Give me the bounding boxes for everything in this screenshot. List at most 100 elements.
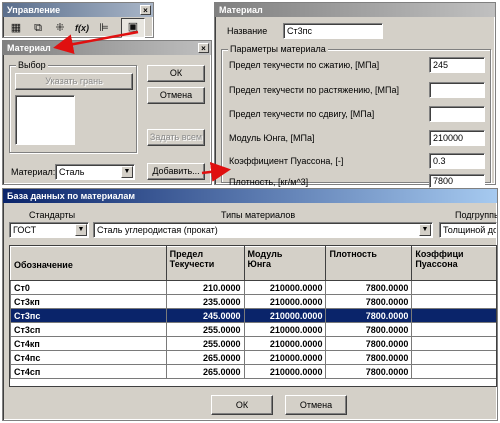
- subgroups-select-value: Толщиной до 1: [443, 225, 496, 235]
- layers-icon[interactable]: ⧉: [29, 20, 47, 37]
- material-icon[interactable]: ▣: [121, 18, 145, 38]
- subgroups-label: Подгруппы: [455, 210, 497, 220]
- properties-window: Материал Название Ст3пс Параметры матери…: [214, 2, 496, 188]
- cell-poisson: [411, 350, 496, 365]
- column-header-poisson-text: Коэффици Пуассона: [415, 249, 464, 269]
- chevron-down-icon: ▼: [419, 224, 431, 236]
- db-ok-button[interactable]: ОК: [211, 395, 273, 415]
- selection-group-title: Выбор: [16, 60, 48, 70]
- table-row[interactable]: Ст3сп 255.0000 210000.0000 7800.0000: [10, 322, 496, 337]
- cell-yield: 255.0000: [165, 336, 245, 351]
- add-button[interactable]: Добавить...: [147, 163, 205, 180]
- types-select-value: Сталь углеродистая (прокат): [97, 225, 218, 235]
- param-field-young[interactable]: 210000: [429, 130, 485, 146]
- cell-designation: Ст3сп: [10, 322, 167, 337]
- cell-density: 7800.0000: [325, 322, 413, 337]
- cell-yield: 255.0000: [165, 322, 245, 337]
- param-label-poisson: Коэффициент Пуассона, [-]: [229, 156, 344, 166]
- cell-density: 7800.0000: [325, 364, 413, 379]
- table-header-row: Обозначение Предел Текучести Модуль Юнга…: [10, 246, 496, 281]
- cell-young: 210000.0000: [243, 350, 327, 365]
- name-label: Название: [227, 26, 268, 36]
- cell-poisson: [411, 308, 496, 323]
- params-group-title: Параметры материала: [228, 44, 328, 54]
- database-window-title: База данных по материалам: [3, 189, 497, 203]
- grid-icon[interactable]: ▦: [7, 20, 25, 37]
- cell-density: 7800.0000: [325, 308, 413, 323]
- table-row[interactable]: Ст4пс 265.0000 210000.0000 7800.0000: [10, 350, 496, 365]
- ok-button[interactable]: ОК: [147, 65, 205, 82]
- cell-young: 210000.0000: [243, 364, 327, 379]
- column-header-poisson[interactable]: Коэффици Пуассона: [411, 246, 496, 281]
- material-dialog-close-button[interactable]: ×: [198, 43, 209, 53]
- material-select[interactable]: Сталь ▼: [55, 164, 135, 180]
- database-window: База данных по материалам Стандарты ГОСТ…: [2, 188, 498, 421]
- param-field-shear[interactable]: [429, 106, 485, 122]
- formula-icon[interactable]: f(x): [73, 20, 91, 37]
- db-cancel-button[interactable]: Отмена: [285, 395, 347, 415]
- column-header-young[interactable]: Модуль Юнга: [243, 246, 327, 281]
- standards-select[interactable]: ГОСТ ▼: [9, 222, 89, 238]
- cell-poisson: [411, 294, 496, 309]
- cell-poisson: [411, 322, 496, 337]
- cell-yield: 210.0000: [165, 280, 245, 295]
- column-header-yield-text: Предел Текучести: [169, 249, 215, 269]
- param-field-poisson[interactable]: 0.3: [429, 153, 485, 169]
- param-label-compression: Предел текучести по сжатию, [МПа]: [229, 60, 380, 70]
- cell-density: 7800.0000: [325, 280, 413, 295]
- param-label-density: Плотность, [кг/м^3]: [229, 177, 309, 187]
- cell-yield: 265.0000: [165, 364, 245, 379]
- param-field-compression[interactable]: 245: [429, 57, 485, 73]
- param-label-young: Модуль Юнга, [МПа]: [229, 133, 315, 143]
- cell-yield: 265.0000: [165, 350, 245, 365]
- cell-density: 7800.0000: [325, 350, 413, 365]
- toolbar-title: Управление: [3, 3, 153, 17]
- subgroups-select[interactable]: Толщиной до 1: [439, 222, 497, 238]
- types-select[interactable]: Сталь углеродистая (прокат) ▼: [93, 222, 433, 238]
- nodes-icon[interactable]: ⁜: [51, 20, 69, 37]
- cell-designation: Ст0: [10, 280, 167, 295]
- param-field-density[interactable]: 7800: [429, 174, 485, 188]
- param-field-tension[interactable]: [429, 82, 485, 98]
- cell-designation: Ст3кп: [10, 294, 167, 309]
- selection-list[interactable]: [15, 95, 75, 145]
- materials-table: Обозначение Предел Текучести Модуль Юнга…: [10, 246, 496, 379]
- param-label-shear: Предел текучести по сдвигу, [МПа]: [229, 109, 375, 119]
- properties-window-title: Материал: [215, 3, 495, 17]
- table-row[interactable]: Ст0 210.0000 210000.0000 7800.0000: [10, 280, 496, 295]
- cell-young: 210000.0000: [243, 294, 327, 309]
- chevron-down-icon: ▼: [75, 224, 87, 236]
- table-row[interactable]: Ст4сп 265.0000 210000.0000 7800.0000: [10, 364, 496, 379]
- column-header-density[interactable]: Плотность: [325, 246, 413, 281]
- types-label: Типы материалов: [221, 210, 296, 220]
- table-row[interactable]: Ст3кп 235.0000 210000.0000 7800.0000: [10, 294, 496, 309]
- cancel-button[interactable]: Отмена: [147, 87, 205, 104]
- toolbar-window: Управление × ▦ ⧉ ⁜ f(x) ⊫ ▣: [2, 2, 154, 38]
- param-label-tension: Предел текучести по растяжению, [МПа]: [229, 85, 400, 95]
- cell-designation: Ст4пс: [10, 350, 167, 365]
- chevron-down-icon: ▼: [121, 166, 133, 178]
- column-header-yield[interactable]: Предел Текучести: [165, 246, 245, 281]
- cell-designation: Ст4кп: [10, 336, 167, 351]
- pick-face-button[interactable]: Указать грань: [15, 73, 133, 90]
- table-row-selected[interactable]: Ст3пс 245.0000 210000.0000 7800.0000: [10, 308, 496, 323]
- beam-icon[interactable]: ⊫: [95, 20, 113, 37]
- cell-yield: 235.0000: [165, 294, 245, 309]
- materials-table-container: Обозначение Предел Текучести Модуль Юнга…: [9, 245, 497, 387]
- toolbar-close-button[interactable]: ×: [140, 5, 151, 15]
- set-all-button[interactable]: Задать всем: [147, 129, 205, 146]
- column-header-designation[interactable]: Обозначение: [10, 246, 167, 281]
- cell-young: 210000.0000: [243, 308, 327, 323]
- cell-yield: 245.0000: [165, 308, 245, 323]
- material-select-value: Сталь: [59, 167, 85, 177]
- cell-young: 210000.0000: [243, 280, 327, 295]
- cell-designation: Ст4сп: [10, 364, 167, 379]
- table-row[interactable]: Ст4кп 255.0000 210000.0000 7800.0000: [10, 336, 496, 351]
- cell-poisson: [411, 336, 496, 351]
- material-label: Материал:: [11, 167, 56, 177]
- material-dialog-title: Материал: [3, 41, 211, 55]
- cell-density: 7800.0000: [325, 294, 413, 309]
- cell-designation: Ст3пс: [10, 308, 167, 323]
- name-field[interactable]: Ст3пс: [283, 23, 383, 39]
- cell-young: 210000.0000: [243, 336, 327, 351]
